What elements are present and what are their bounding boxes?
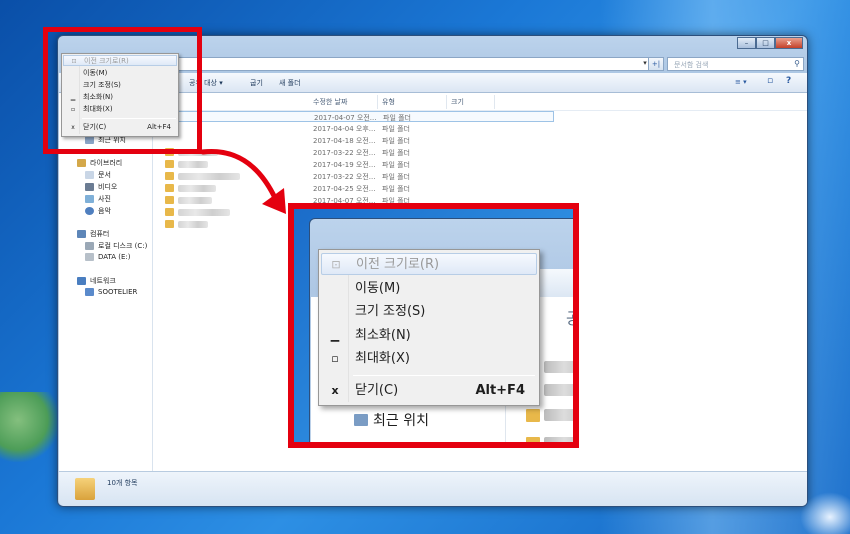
highlight-box-large <box>288 203 579 448</box>
